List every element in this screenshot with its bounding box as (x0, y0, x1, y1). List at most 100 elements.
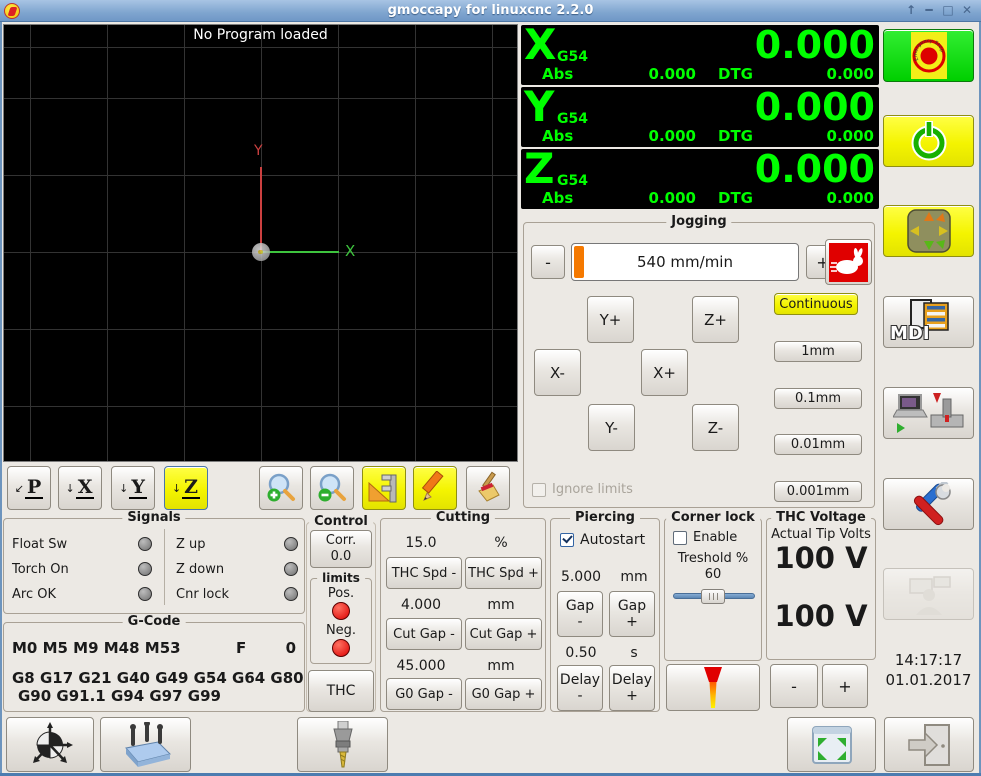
thc-voltage-top-value: 100 V (774, 541, 868, 575)
thc-voltage-panel: THC Voltage Actual Tip Volts 100 V 100 V (766, 510, 876, 660)
x-axis-label: X (345, 242, 356, 260)
fullscreen-button[interactable] (787, 717, 876, 772)
maximize-icon[interactable]: □ (940, 2, 956, 18)
mdi-mode-button[interactable]: MDI (883, 296, 974, 348)
settings-button[interactable] (883, 478, 974, 530)
dro-y-abs-value: 0.000 (648, 127, 696, 145)
increment-0-001mm-button[interactable]: 0.001mm (774, 481, 862, 502)
touch-plate-button[interactable] (100, 717, 191, 772)
cut-gap-plus-button[interactable]: Cut Gap + (465, 618, 542, 650)
close-icon[interactable]: ✕ (959, 2, 975, 18)
dro-y-letter: Y (524, 82, 555, 131)
emergency-stop-button[interactable]: Emergency-Stop (883, 29, 974, 82)
x-axis-line (261, 251, 339, 253)
jog-y-minus-button[interactable]: Y- (588, 404, 635, 451)
pierce-delay-plus-button[interactable]: Delay + (609, 665, 655, 711)
dro-x-value: 0.000 (754, 23, 875, 67)
rabbit-icon (829, 242, 868, 282)
view-y-label: Y (129, 476, 147, 499)
correction-value: 0.0 (330, 549, 352, 564)
g0-gap-unit: mm (487, 658, 515, 674)
thc-voltage-title: THC Voltage (771, 510, 871, 526)
pierce-delay-minus-button[interactable]: Delay - (557, 665, 603, 711)
thc-voltage-minus-button[interactable]: - (770, 664, 818, 708)
thc-speed-plus-button[interactable]: THC Spd + (465, 557, 542, 589)
jog-z-minus-button[interactable]: Z- (692, 404, 739, 451)
minimize-icon[interactable]: ━ (921, 2, 937, 18)
dimensions-button[interactable] (362, 466, 406, 510)
user-settings-button[interactable] (883, 568, 974, 620)
view-p-button[interactable]: ↙ P (7, 466, 51, 510)
cut-gap-minus-button[interactable]: Cut Gap - (386, 618, 462, 650)
view-x-label: X (75, 476, 95, 499)
view-y-button[interactable]: ↓ Y (111, 466, 155, 510)
dro-z-abs-value: 0.000 (648, 189, 696, 207)
view-p-arrow-icon: ↙ (14, 481, 24, 495)
view-z-button[interactable]: ↓ Z (164, 466, 208, 510)
autostart-checkbox[interactable] (560, 533, 574, 547)
draw-button[interactable] (413, 466, 457, 510)
increment-0-1mm-button[interactable]: 0.1mm (774, 388, 862, 409)
increment-0-01mm-button[interactable]: 0.01mm (774, 434, 862, 455)
touch-off-button[interactable] (6, 717, 94, 772)
g0-gap-minus-button[interactable]: G0 Gap - (386, 678, 462, 710)
zoom-out-button[interactable] (310, 466, 354, 510)
pierce-gap-plus-button[interactable]: Gap + (609, 591, 655, 637)
auto-mode-button[interactable] (883, 387, 974, 439)
titlebar: gmoccapy for linuxcnc 2.2.0 ↑ ━ □ ✕ (0, 0, 981, 22)
tool-measure-button[interactable] (297, 717, 388, 772)
machine-on-button[interactable] (883, 115, 974, 167)
increment-1mm-button[interactable]: 1mm (774, 341, 862, 362)
jog-x-plus-button[interactable]: X+ (641, 349, 688, 396)
jog-x-minus-button[interactable]: X- (534, 349, 581, 396)
signal-arc-ok-label: Arc OK (12, 587, 56, 602)
limits-neg-label: Neg. (325, 623, 357, 638)
jog-z-plus-button[interactable]: Z+ (692, 296, 739, 343)
dro-axis-x[interactable]: X G54 0.000 Abs 0.000 DTG 0.000 (521, 23, 879, 85)
manual-mode-button[interactable] (883, 205, 974, 257)
probe-plate-icon (124, 721, 171, 767)
jog-pad-icon (906, 209, 951, 253)
dro-axis-z[interactable]: Z G54 0.000 Abs 0.000 DTG 0.000 (521, 148, 879, 209)
clear-plot-button[interactable] (466, 466, 510, 510)
thc-voltage-plus-button[interactable]: + (822, 664, 868, 708)
piercing-panel: Piercing Autostart 5.000 mm Gap - Gap + … (550, 510, 660, 712)
gcode-g-codes-1: G8 G17 G21 G40 G49 G54 G64 G80 (12, 669, 304, 687)
piercing-title: Piercing (570, 510, 640, 526)
gcode-f-value: 0 (285, 639, 296, 657)
zoom-out-icon (318, 473, 346, 502)
jogging-panel: Jogging - 540 mm/min + Y+ Z+ X- X+ Y- Z-… (523, 214, 875, 508)
torch-button[interactable] (666, 664, 760, 711)
thc-speed-minus-button[interactable]: THC Spd - (386, 557, 462, 589)
clock-time: 14:17:17 (894, 651, 963, 669)
pierce-gap-minus-button[interactable]: Gap - (557, 591, 603, 637)
jog-speed-bar[interactable]: 540 mm/min (571, 243, 799, 281)
turtle-rabbit-toggle-button[interactable] (825, 239, 872, 285)
limits-pos-label: Pos. (327, 586, 355, 601)
ignore-limits-checkbox[interactable] (532, 483, 546, 497)
view-x-button[interactable]: ↓ X (58, 466, 102, 510)
gremlin-preview[interactable]: No Program loaded Y X (3, 24, 518, 462)
dro-x-dtg-value: 0.000 (826, 65, 874, 83)
signal-z-up-led (284, 537, 298, 551)
thc-speed-unit: % (494, 535, 508, 551)
gcode-g-codes-2: G90 G91.1 G94 G97 G99 (18, 687, 221, 705)
broom-icon (478, 471, 500, 502)
zoom-in-button[interactable] (259, 466, 303, 510)
increment-continuous-button[interactable]: Continuous (774, 293, 858, 315)
dro-axis-y[interactable]: Y G54 0.000 Abs 0.000 DTG 0.000 (521, 82, 879, 147)
threshold-slider-handle[interactable] (701, 589, 725, 604)
g0-gap-value: 45.000 (396, 658, 446, 674)
g0-gap-plus-button[interactable]: G0 Gap + (465, 678, 542, 710)
correction-display[interactable]: Corr. 0.0 (310, 530, 372, 568)
exit-button[interactable] (884, 717, 974, 772)
dro-y-dtg-label: DTG (718, 127, 753, 145)
corner-lock-enable-checkbox[interactable] (673, 531, 687, 545)
thc-button[interactable]: THC (308, 670, 374, 712)
threshold-label: Treshold % (677, 551, 749, 566)
jog-y-plus-button[interactable]: Y+ (587, 296, 634, 343)
mdi-label: MDI (890, 323, 930, 344)
shade-icon[interactable]: ↑ (903, 2, 919, 18)
jog-speed-decrease-button[interactable]: - (531, 245, 565, 279)
signal-float-sw-led (138, 537, 152, 551)
